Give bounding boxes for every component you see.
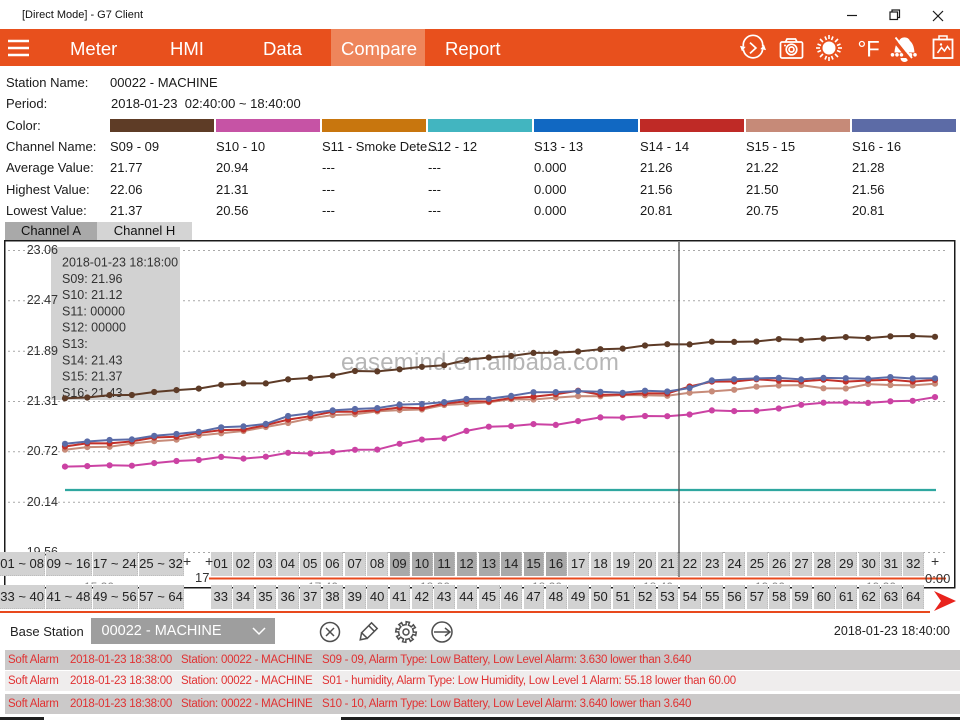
svg-text:S10: 21.12: S10: 21.12 [62,288,123,302]
svg-text:S15: 21.37: S15: 21.37 [62,370,123,384]
svg-text:S12: 00000: S12: 00000 [62,321,126,335]
svg-text:S11: 00000: S11: 00000 [62,304,125,318]
svg-text:2018-01-23 18:18:00: 2018-01-23 18:18:00 [62,256,178,270]
svg-text:S14: 21.43: S14: 21.43 [62,353,123,367]
svg-text:S09: 21.96: S09: 21.96 [62,272,123,286]
svg-text:S13:: S13: [62,337,88,351]
